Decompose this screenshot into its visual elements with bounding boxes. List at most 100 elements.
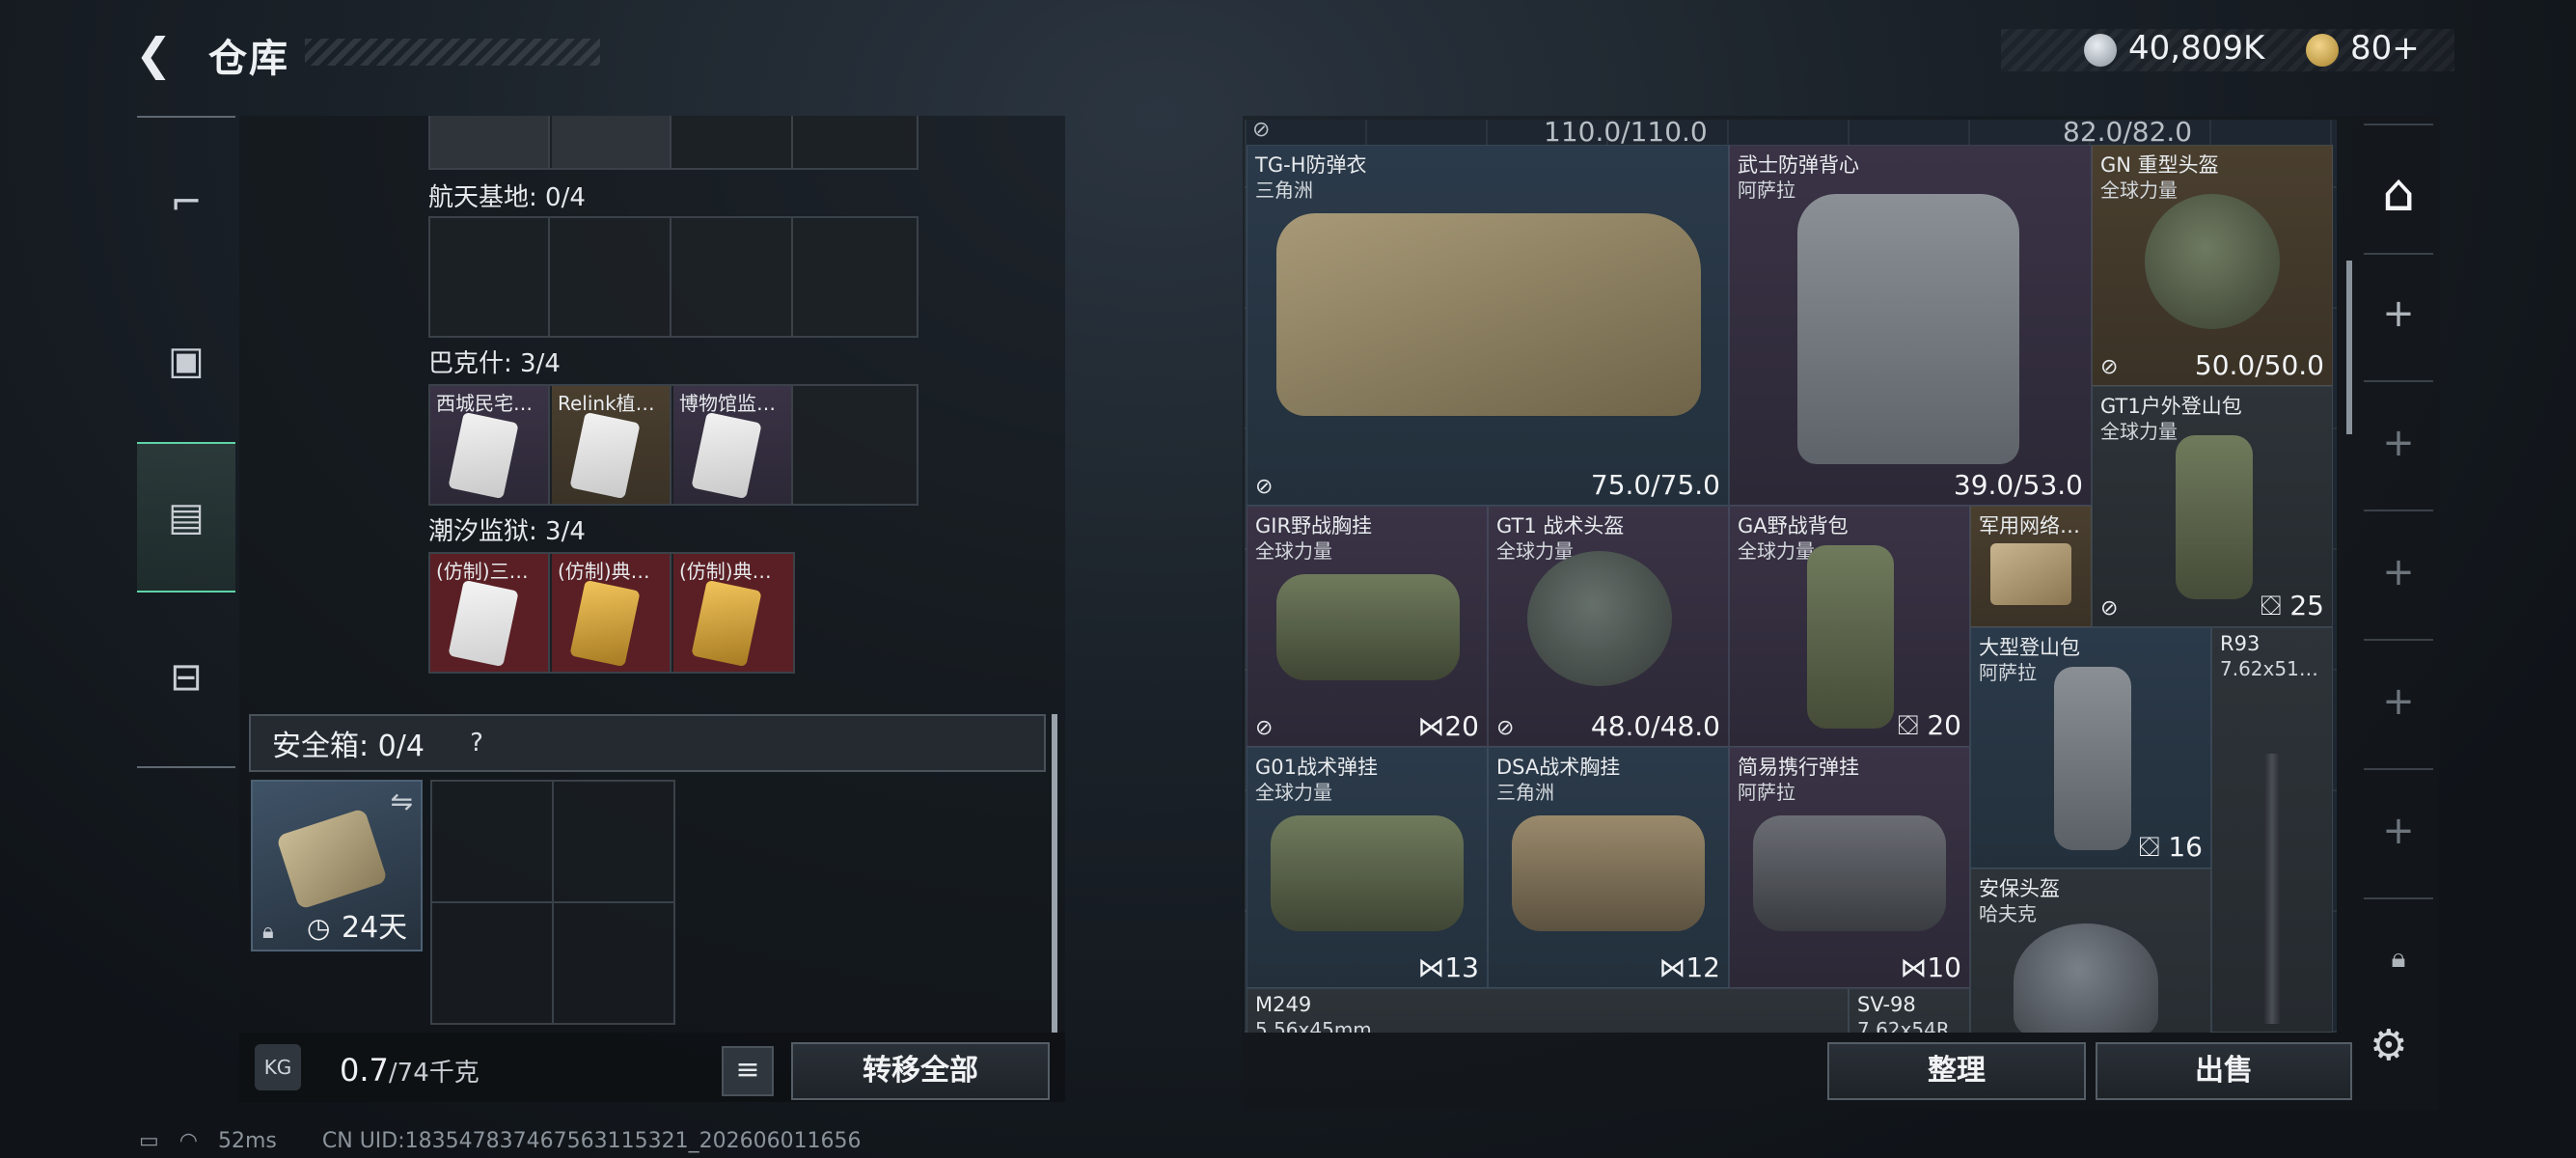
keycard-name: Relink植… — [558, 392, 655, 415]
item-r93-rifle[interactable]: R93 7.62x51… — [2211, 627, 2333, 1033]
keycard-name: (仿制)典… — [558, 560, 650, 583]
gear-icon[interactable]: ⚙ — [2370, 1021, 2407, 1070]
slot[interactable] — [552, 218, 671, 336]
slot[interactable] — [430, 218, 550, 336]
case-image — [275, 808, 389, 910]
help-icon[interactable]: ? — [459, 726, 494, 760]
item-caliber: 7.62x54R — [1857, 1018, 1950, 1033]
item-durability: 75.0/75.0 — [1590, 469, 1720, 501]
armor-image — [1276, 213, 1701, 416]
keycard-slot[interactable]: Relink植… — [552, 386, 671, 504]
weight-kg-icon: KG — [255, 1044, 301, 1090]
item-large-backpack[interactable]: 大型登山包 阿萨拉 ⛋ 16 — [1970, 627, 2211, 868]
item-durability: 39.0/53.0 — [1953, 469, 2083, 501]
lock-icon: 🔒︎ — [262, 920, 274, 944]
item-security-helmet[interactable]: 安保头盔 哈夫克 — [1970, 868, 2211, 1033]
keycard-name: (仿制)典… — [679, 560, 772, 583]
item-durability: 50.0/50.0 — [2194, 349, 2324, 381]
section-label: 潮汐监狱: 3/4 — [428, 517, 586, 546]
keycard-slot[interactable]: (仿制)典… — [673, 554, 793, 672]
add-storage-icon[interactable]: + — [2360, 550, 2437, 594]
keycard-icon — [691, 411, 762, 500]
weapon-tab[interactable]: ⌐ — [137, 154, 235, 251]
item-military-network[interactable]: 军用网络… — [1970, 506, 2092, 627]
no-insure-icon: ⊘ — [1252, 120, 1271, 142]
item-capacity: ⛋ 16 — [2139, 831, 2203, 863]
transfer-all-button[interactable]: 转移全部 — [791, 1042, 1050, 1100]
status-bar: ▭ ◠ 52ms CN UID:1835478374675631153​21_2… — [139, 1129, 862, 1153]
item-gt1-backpack[interactable]: GT1户外登山包 全球力量 ⊘ ⛋ 25 — [2092, 386, 2333, 627]
item-sv98[interactable]: SV-98 7.62x54R — [1849, 988, 1970, 1033]
add-storage-icon[interactable]: + — [2360, 809, 2437, 853]
warehouse-icon[interactable]: ⌂ — [2360, 162, 2437, 223]
item-ga-backpack[interactable]: GA野战背包 全球力量 ⛋ 20 — [1729, 506, 1970, 747]
item-m249[interactable]: M249 5.56x45mm — [1247, 988, 1849, 1033]
item-faction: 全球力量 — [1496, 539, 1574, 563]
storage-grid: 110.0/110.0 82.0/82.0 ⊘ TG-H防弹衣 三角洲 ⊘ 75… — [1245, 120, 2337, 1033]
item-faction: 全球力量 — [2100, 420, 2178, 443]
list-view-icon[interactable]: ≡ — [722, 1046, 774, 1096]
item-capacity: ⋈10 — [1900, 951, 1961, 983]
item-gir-rig[interactable]: GIR野战胸挂 全球力量 ⊘ ⋈20 — [1247, 506, 1488, 747]
keycard-icon — [448, 579, 519, 668]
safe-case-item[interactable]: ⇋ 🔒︎ ◷ 24天 — [251, 780, 423, 951]
add-storage-icon[interactable]: + — [2360, 421, 2437, 465]
add-storage-icon[interactable]: + — [2360, 679, 2437, 724]
keycard-name: 博物馆监… — [679, 392, 776, 415]
backpack-tab[interactable]: ▣ — [137, 313, 235, 409]
item-capacity: ⛋ 25 — [2261, 590, 2324, 621]
item-faction: 全球力量 — [2100, 179, 2178, 202]
clock-icon: ◷ — [307, 912, 331, 944]
device-image — [1990, 543, 2071, 605]
keycard-slot[interactable]: (仿制)典… — [552, 554, 671, 672]
swap-icon[interactable]: ⇋ — [391, 786, 413, 817]
no-insure-icon: ⊘ — [2100, 355, 2119, 379]
item-faction: 哈夫克 — [1979, 902, 2037, 925]
divider — [2364, 380, 2433, 382]
left-scrollbar[interactable] — [1052, 714, 1057, 1033]
item-g01-rig[interactable]: G01战术弹挂 全球力量 ⋈13 — [1247, 747, 1488, 988]
item-simple-rig[interactable]: 简易携行弹挂 阿萨拉 ⋈10 — [1729, 747, 1970, 988]
safe-box-slots[interactable] — [430, 780, 675, 1025]
item-gt1-helmet[interactable]: GT1 战术头盔 全球力量 ⊘ 48.0/48.0 — [1488, 506, 1729, 747]
keycard-slot[interactable]: 西城民宅… — [430, 386, 550, 504]
case-timer: 24天 — [342, 911, 408, 945]
vest-image — [1797, 194, 2019, 464]
back-arrow-icon[interactable]: ❮ — [135, 31, 181, 77]
item-faction: 阿萨拉 — [1979, 661, 2037, 684]
silver-coin-icon — [2084, 34, 2117, 67]
lock-icon: 🔒︎ — [2391, 942, 2406, 974]
right-scrollbar[interactable] — [2346, 261, 2352, 434]
item-durability: 110.0/110.0 — [1544, 120, 1708, 148]
slot[interactable] — [673, 218, 793, 336]
item-faction: 全球力量 — [1738, 539, 1815, 563]
keycard-slot[interactable]: (仿制)三… — [430, 554, 550, 672]
rig-image — [1276, 574, 1460, 680]
item-caliber: 7.62x51… — [2220, 657, 2318, 680]
item-faction: 全球力量 — [1255, 781, 1332, 804]
divider — [2364, 124, 2433, 125]
item-samurai-vest[interactable]: 武士防弹背心 阿萨拉 39.0/53.0 — [1729, 145, 2092, 506]
gun-icon: ⌐ — [170, 180, 203, 225]
storage-tab[interactable]: ▤ — [137, 442, 235, 593]
item-name: M249 — [1255, 993, 1312, 1016]
slot[interactable] — [430, 116, 550, 168]
gold-coin-amount[interactable]: 80+ — [2350, 29, 2420, 68]
item-faction: 阿萨拉 — [1738, 781, 1795, 804]
slot-row: (仿制)三… (仿制)典… (仿制)典… — [428, 552, 795, 674]
uid-text: CN UID:1835478374675631153​21_2026060116… — [321, 1129, 862, 1153]
sell-button[interactable]: 出售 — [2096, 1042, 2352, 1100]
sort-button[interactable]: 整理 — [1827, 1042, 2086, 1100]
weight-value: 0.7/74千克 — [340, 1052, 480, 1089]
item-name: R93 — [2220, 632, 2261, 655]
slot-row: 西城民宅… Relink植… 博物馆监… — [428, 384, 918, 506]
item-gn-helmet[interactable]: GN 重型头盔 全球力量 ⊘ 50.0/50.0 — [2092, 145, 2333, 386]
item-tg-h-armor[interactable]: TG-H防弹衣 三角洲 ⊘ 75.0/75.0 — [1247, 145, 1729, 506]
slot[interactable] — [552, 116, 671, 168]
slot[interactable] — [673, 116, 793, 168]
item-faction: 三角洲 — [1255, 179, 1313, 202]
add-storage-icon[interactable]: + — [2360, 291, 2437, 336]
toolbox-tab[interactable]: ⊟ — [137, 629, 235, 726]
item-dsa-rig[interactable]: DSA战术胸挂 三角洲 ⋈12 — [1488, 747, 1729, 988]
keycard-slot[interactable]: 博物馆监… — [673, 386, 793, 504]
